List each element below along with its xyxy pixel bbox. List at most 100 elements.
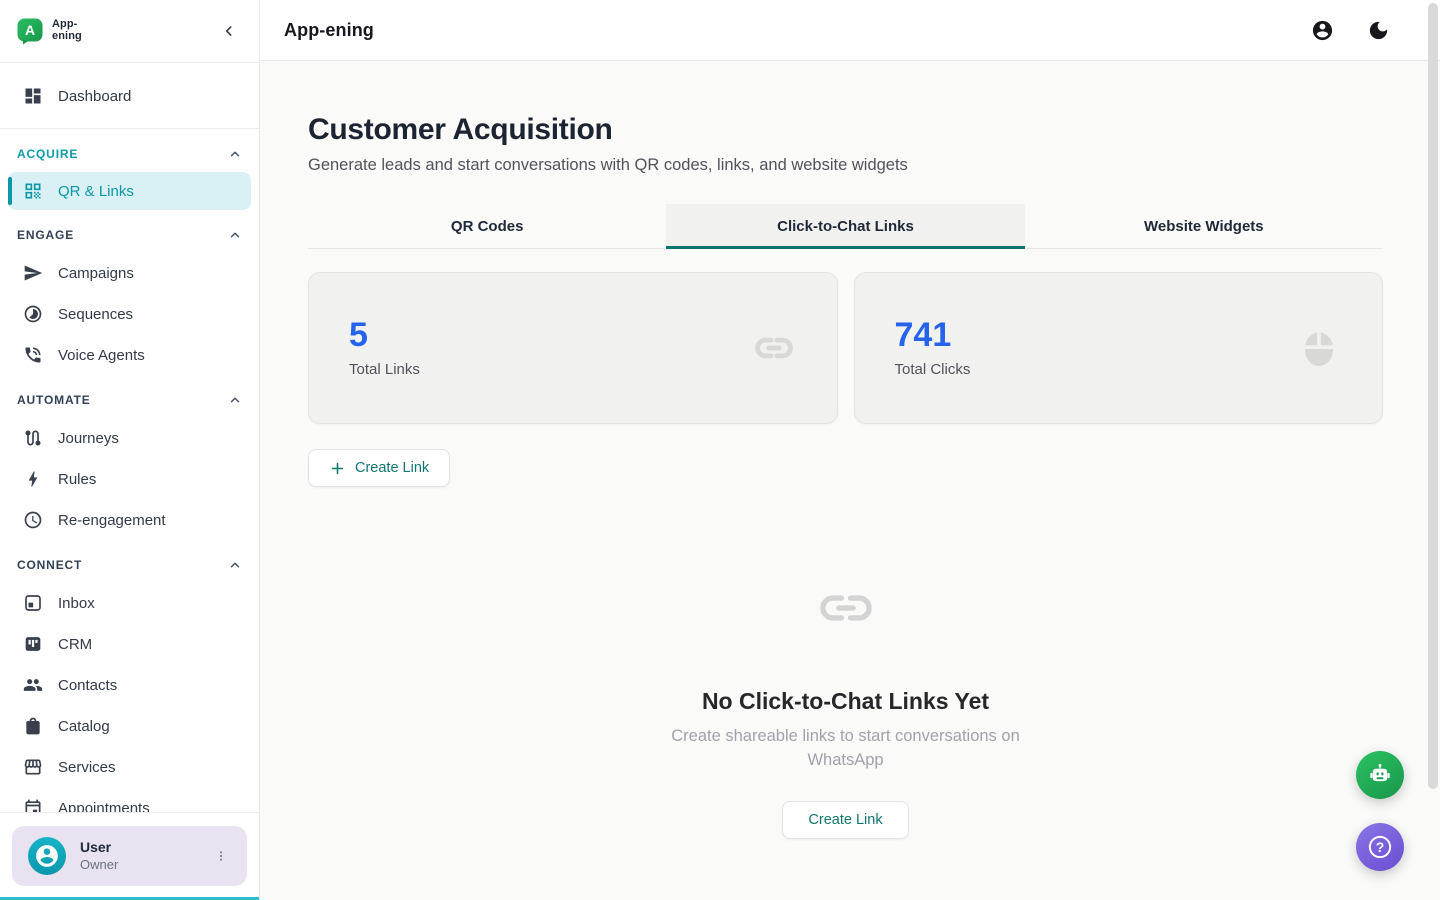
chevron-left-icon: [221, 23, 237, 39]
account-button[interactable]: [1304, 12, 1340, 48]
sidebar-item-rules[interactable]: Rules: [8, 459, 251, 499]
help-fab[interactable]: ?: [1356, 823, 1404, 871]
sidebar-item-contacts[interactable]: Contacts: [8, 665, 251, 705]
user-name: User: [80, 839, 118, 857]
tab-click-to-chat-links[interactable]: Click-to-Chat Links: [666, 204, 1024, 249]
app-root: A App- ening Dashboard ACQUIRE QR: [0, 0, 1440, 900]
page-content: Customer Acquisition Generate leads and …: [260, 61, 1440, 839]
svg-text:?: ?: [1376, 839, 1385, 855]
section-label: ENGAGE: [17, 228, 74, 242]
inbox-icon: [23, 593, 43, 613]
topbar: App-ening: [260, 0, 1440, 61]
tab-website-widgets[interactable]: Website Widgets: [1025, 204, 1383, 248]
empty-state: No Click-to-Chat Links Yet Create sharea…: [308, 583, 1383, 839]
create-link-button-top[interactable]: Create Link: [308, 449, 450, 487]
sidebar-item-label: Contacts: [58, 677, 117, 694]
sidebar-section-connect[interactable]: CONNECT: [8, 553, 251, 577]
sidebar-user-area: User Owner: [0, 812, 259, 900]
sidebar-item-label: Campaigns: [58, 265, 134, 282]
stat-text: 741 Total Clicks: [895, 318, 971, 378]
app-logo-icon: A: [16, 17, 44, 45]
sidebar-item-journeys[interactable]: Journeys: [8, 418, 251, 458]
dashboard-icon: [23, 86, 43, 106]
main-area: App-ening Customer Acquisition Generate …: [260, 0, 1440, 900]
sidebar-item-dashboard[interactable]: Dashboard: [8, 76, 251, 116]
stat-value: 5: [349, 318, 420, 352]
user-meta: User Owner: [80, 839, 118, 873]
sidebar-item-re-engagement[interactable]: Re-engagement: [8, 500, 251, 540]
qr-code-icon: [23, 181, 43, 201]
chevron-up-icon: [228, 228, 242, 242]
send-icon: [23, 263, 43, 283]
sidebar-logo-row: A App- ening: [0, 0, 259, 63]
sidebar-section-automate[interactable]: AUTOMATE: [8, 388, 251, 412]
stat-text: 5 Total Links: [349, 318, 420, 378]
chatbot-fab[interactable]: [1356, 751, 1404, 799]
create-link-button-empty-state[interactable]: Create Link: [782, 801, 908, 839]
sidebar-section-engage[interactable]: ENGAGE: [8, 223, 251, 247]
sidebar-item-appointments[interactable]: Appointments: [8, 788, 251, 812]
kebab-icon: [213, 848, 229, 864]
user-menu-button[interactable]: [209, 840, 233, 872]
bolt-icon: [23, 469, 43, 489]
stat-label: Total Links: [349, 361, 420, 378]
sidebar-item-label: Appointments: [58, 800, 150, 813]
chevron-up-icon: [228, 147, 242, 161]
empty-state-description: Create shareable links to start conversa…: [646, 725, 1046, 773]
kanban-icon: [23, 634, 43, 654]
stat-value: 741: [895, 318, 971, 352]
sidebar-collapse-button[interactable]: [215, 17, 243, 45]
tab-qr-codes[interactable]: QR Codes: [308, 204, 666, 248]
sidebar-section-acquire[interactable]: ACQUIRE: [8, 142, 251, 166]
section-label: CONNECT: [17, 558, 82, 572]
user-card[interactable]: User Owner: [12, 826, 247, 886]
user-avatar: [28, 837, 66, 875]
sidebar-item-sequences[interactable]: Sequences: [8, 294, 251, 334]
sidebar-item-label: Journeys: [58, 430, 119, 447]
stat-card-total-clicks: 741 Total Clicks: [854, 272, 1384, 424]
sidebar-item-label: Inbox: [58, 595, 95, 612]
section-label: ACQUIRE: [17, 147, 78, 161]
vertical-scrollbar[interactable]: [1428, 3, 1438, 789]
sidebar-item-label: Rules: [58, 471, 96, 488]
sidebar-item-label: Voice Agents: [58, 347, 145, 364]
stat-card-total-links: 5 Total Links: [308, 272, 838, 424]
account-circle-icon: [1311, 19, 1334, 42]
link-icon: [813, 583, 879, 633]
chevron-up-icon: [228, 393, 242, 407]
sidebar-item-qr-links[interactable]: QR & Links: [8, 172, 251, 210]
stat-label: Total Clicks: [895, 361, 971, 378]
sidebar-nav: Dashboard ACQUIRE QR & Links ENGAGE Camp…: [0, 63, 259, 812]
sidebar-item-campaigns[interactable]: Campaigns: [8, 253, 251, 293]
timelapse-icon: [23, 304, 43, 324]
sidebar: A App- ening Dashboard ACQUIRE QR: [0, 0, 260, 900]
storefront-icon: [23, 757, 43, 777]
mouse-icon: [1296, 325, 1342, 371]
robot-icon: [1366, 761, 1394, 789]
phone-in-talk-icon: [23, 345, 43, 365]
sidebar-item-label: Sequences: [58, 306, 133, 323]
sidebar-item-catalog[interactable]: Catalog: [8, 706, 251, 746]
sidebar-item-label: CRM: [58, 636, 92, 653]
chevron-up-icon: [228, 558, 242, 572]
topbar-actions: [1304, 12, 1396, 48]
topbar-title: App-ening: [284, 20, 374, 41]
sidebar-item-services[interactable]: Services: [8, 747, 251, 787]
user-role: Owner: [80, 857, 118, 873]
sidebar-item-voice-agents[interactable]: Voice Agents: [8, 335, 251, 375]
sidebar-item-label: Catalog: [58, 718, 110, 735]
sidebar-item-inbox[interactable]: Inbox: [8, 583, 251, 623]
svg-text:A: A: [25, 22, 35, 38]
button-label: Create Link: [355, 460, 429, 476]
dark-mode-toggle[interactable]: [1360, 12, 1396, 48]
calendar-icon: [23, 798, 43, 812]
person-icon: [34, 843, 60, 869]
empty-state-title: No Click-to-Chat Links Yet: [308, 688, 1383, 715]
sidebar-item-label: Services: [58, 759, 116, 776]
moon-icon: [1367, 19, 1390, 42]
sidebar-divider: [0, 128, 259, 129]
sidebar-item-crm[interactable]: CRM: [8, 624, 251, 664]
sidebar-item-label: QR & Links: [58, 183, 134, 200]
route-icon: [23, 428, 43, 448]
link-icon: [751, 325, 797, 371]
